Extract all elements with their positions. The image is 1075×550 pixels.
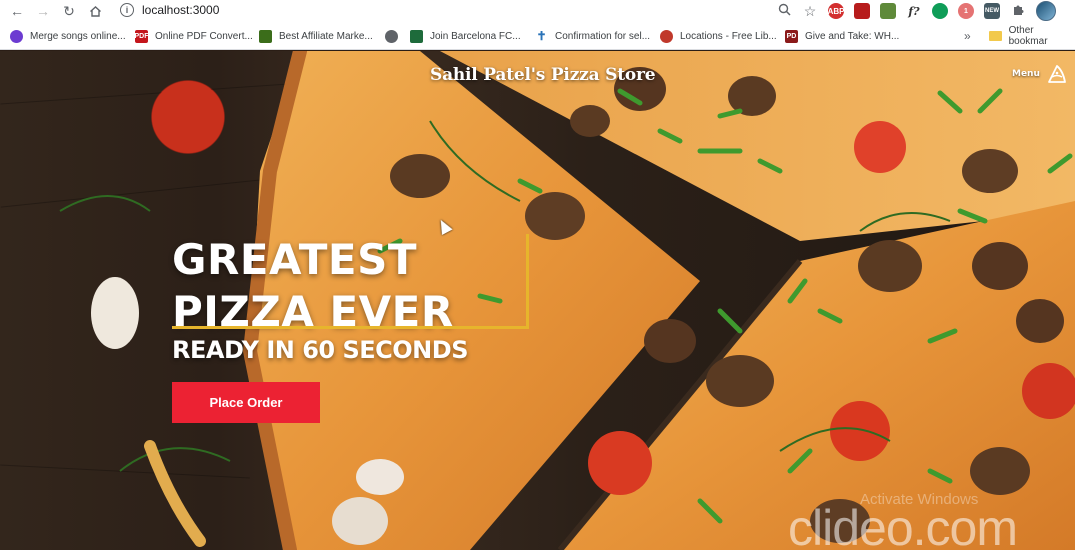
reload-icon[interactable]: ↻ [56,0,82,22]
zoom-icon[interactable] [776,3,792,19]
extensions-puzzle-icon[interactable] [1010,3,1026,20]
bookmark-star-icon[interactable]: ☆ [802,3,818,20]
pizza-slice-menu-icon[interactable] [1046,63,1068,85]
hero-subtitle: READY IN 60 SECONDS [172,336,468,364]
bookmark-label: Join Barcelona FC... [430,30,521,42]
bookmark-barcelona[interactable]: Join Barcelona FC... [410,25,521,47]
other-bookmarks-label[interactable]: Other bookmar [1009,25,1075,47]
bookmark-affiliate[interactable]: Best Affiliate Marke... [259,25,373,47]
site-info-icon[interactable]: i [120,3,134,17]
menu-label[interactable]: Menu [1012,69,1040,79]
acrobat-extension-icon[interactable] [854,3,870,19]
confirmation-icon: ✝ [536,29,547,43]
bookmark-label: Online PDF Convert... [155,30,253,42]
bookmark-label: Merge songs online... [30,30,126,42]
library-icon [660,29,673,43]
back-icon[interactable]: ← [4,0,30,22]
adblock-extension-icon[interactable]: ABP [828,3,844,19]
barcelona-icon [410,29,423,43]
pdf-icon: PDF [135,29,149,43]
forward-icon[interactable]: → [30,0,56,22]
bookmark-pdf-convert[interactable]: PDF Online PDF Convert... [135,25,253,47]
audio-merge-icon [10,29,23,43]
toolbar-actions: ☆ ABP f? 1 NEW [776,0,1056,22]
bookmark-globe[interactable] [385,25,405,47]
hero-heading-block: GREATEST PIZZA EVER READY IN 60 SECONDS [172,234,529,364]
bookmark-give-take[interactable]: PD Give and Take: WH... [785,25,899,47]
bookmark-confirmation[interactable]: ✝ Confirmation for sel... [535,25,650,47]
pd-icon: PD [785,29,798,43]
bookmark-merge-songs[interactable]: Merge songs online... [10,25,126,47]
bookmark-label: Give and Take: WH... [805,30,900,42]
folder-icon [988,31,1002,41]
home-icon[interactable] [82,0,108,22]
bookmark-label: Locations - Free Lib... [680,30,777,42]
formula-extension-icon[interactable]: f? [906,3,922,19]
bookmarks-bar: Merge songs online... PDF Online PDF Con… [0,25,1075,47]
clideo-watermark: clideo.com [788,500,1018,550]
new-extension-icon[interactable]: NEW [984,3,1000,19]
overflow-chevron-icon[interactable]: » [964,29,971,43]
notification-extension-icon[interactable]: 1 [958,3,974,19]
menu-toggle[interactable]: Menu [1012,63,1068,85]
address-url[interactable]: localhost:3000 [142,3,219,17]
puzzle-green-extension-icon[interactable] [880,3,896,19]
address-bar[interactable]: i localhost:3000 [112,0,832,20]
pizza-background-image [59,51,1075,550]
globe-icon [385,29,398,43]
affiliate-icon [259,29,272,43]
browser-toolbar: ← → ↻ i localhost:3000 ☆ ABP f? 1 NEW [0,0,1075,22]
profile-avatar[interactable] [1036,1,1056,21]
bookmarks-overflow[interactable]: » Other bookmar [964,25,1075,47]
bookmark-label: Confirmation for sel... [555,30,651,42]
bookmark-locations[interactable]: Locations - Free Lib... [660,25,777,47]
brand-logo[interactable]: Sahil Patel's Pizza Store [430,65,656,85]
browser-chrome: ← → ↻ i localhost:3000 ☆ ABP f? 1 NEW Me… [0,0,1075,50]
bookmark-label: Best Affiliate Marke... [279,30,373,42]
hero-accent-frame [172,234,529,329]
place-order-button[interactable]: Place Order [172,382,320,423]
hero-section: Sahil Patel's Pizza Store Menu GREATEST … [0,51,1075,550]
grammarly-extension-icon[interactable] [932,3,948,19]
